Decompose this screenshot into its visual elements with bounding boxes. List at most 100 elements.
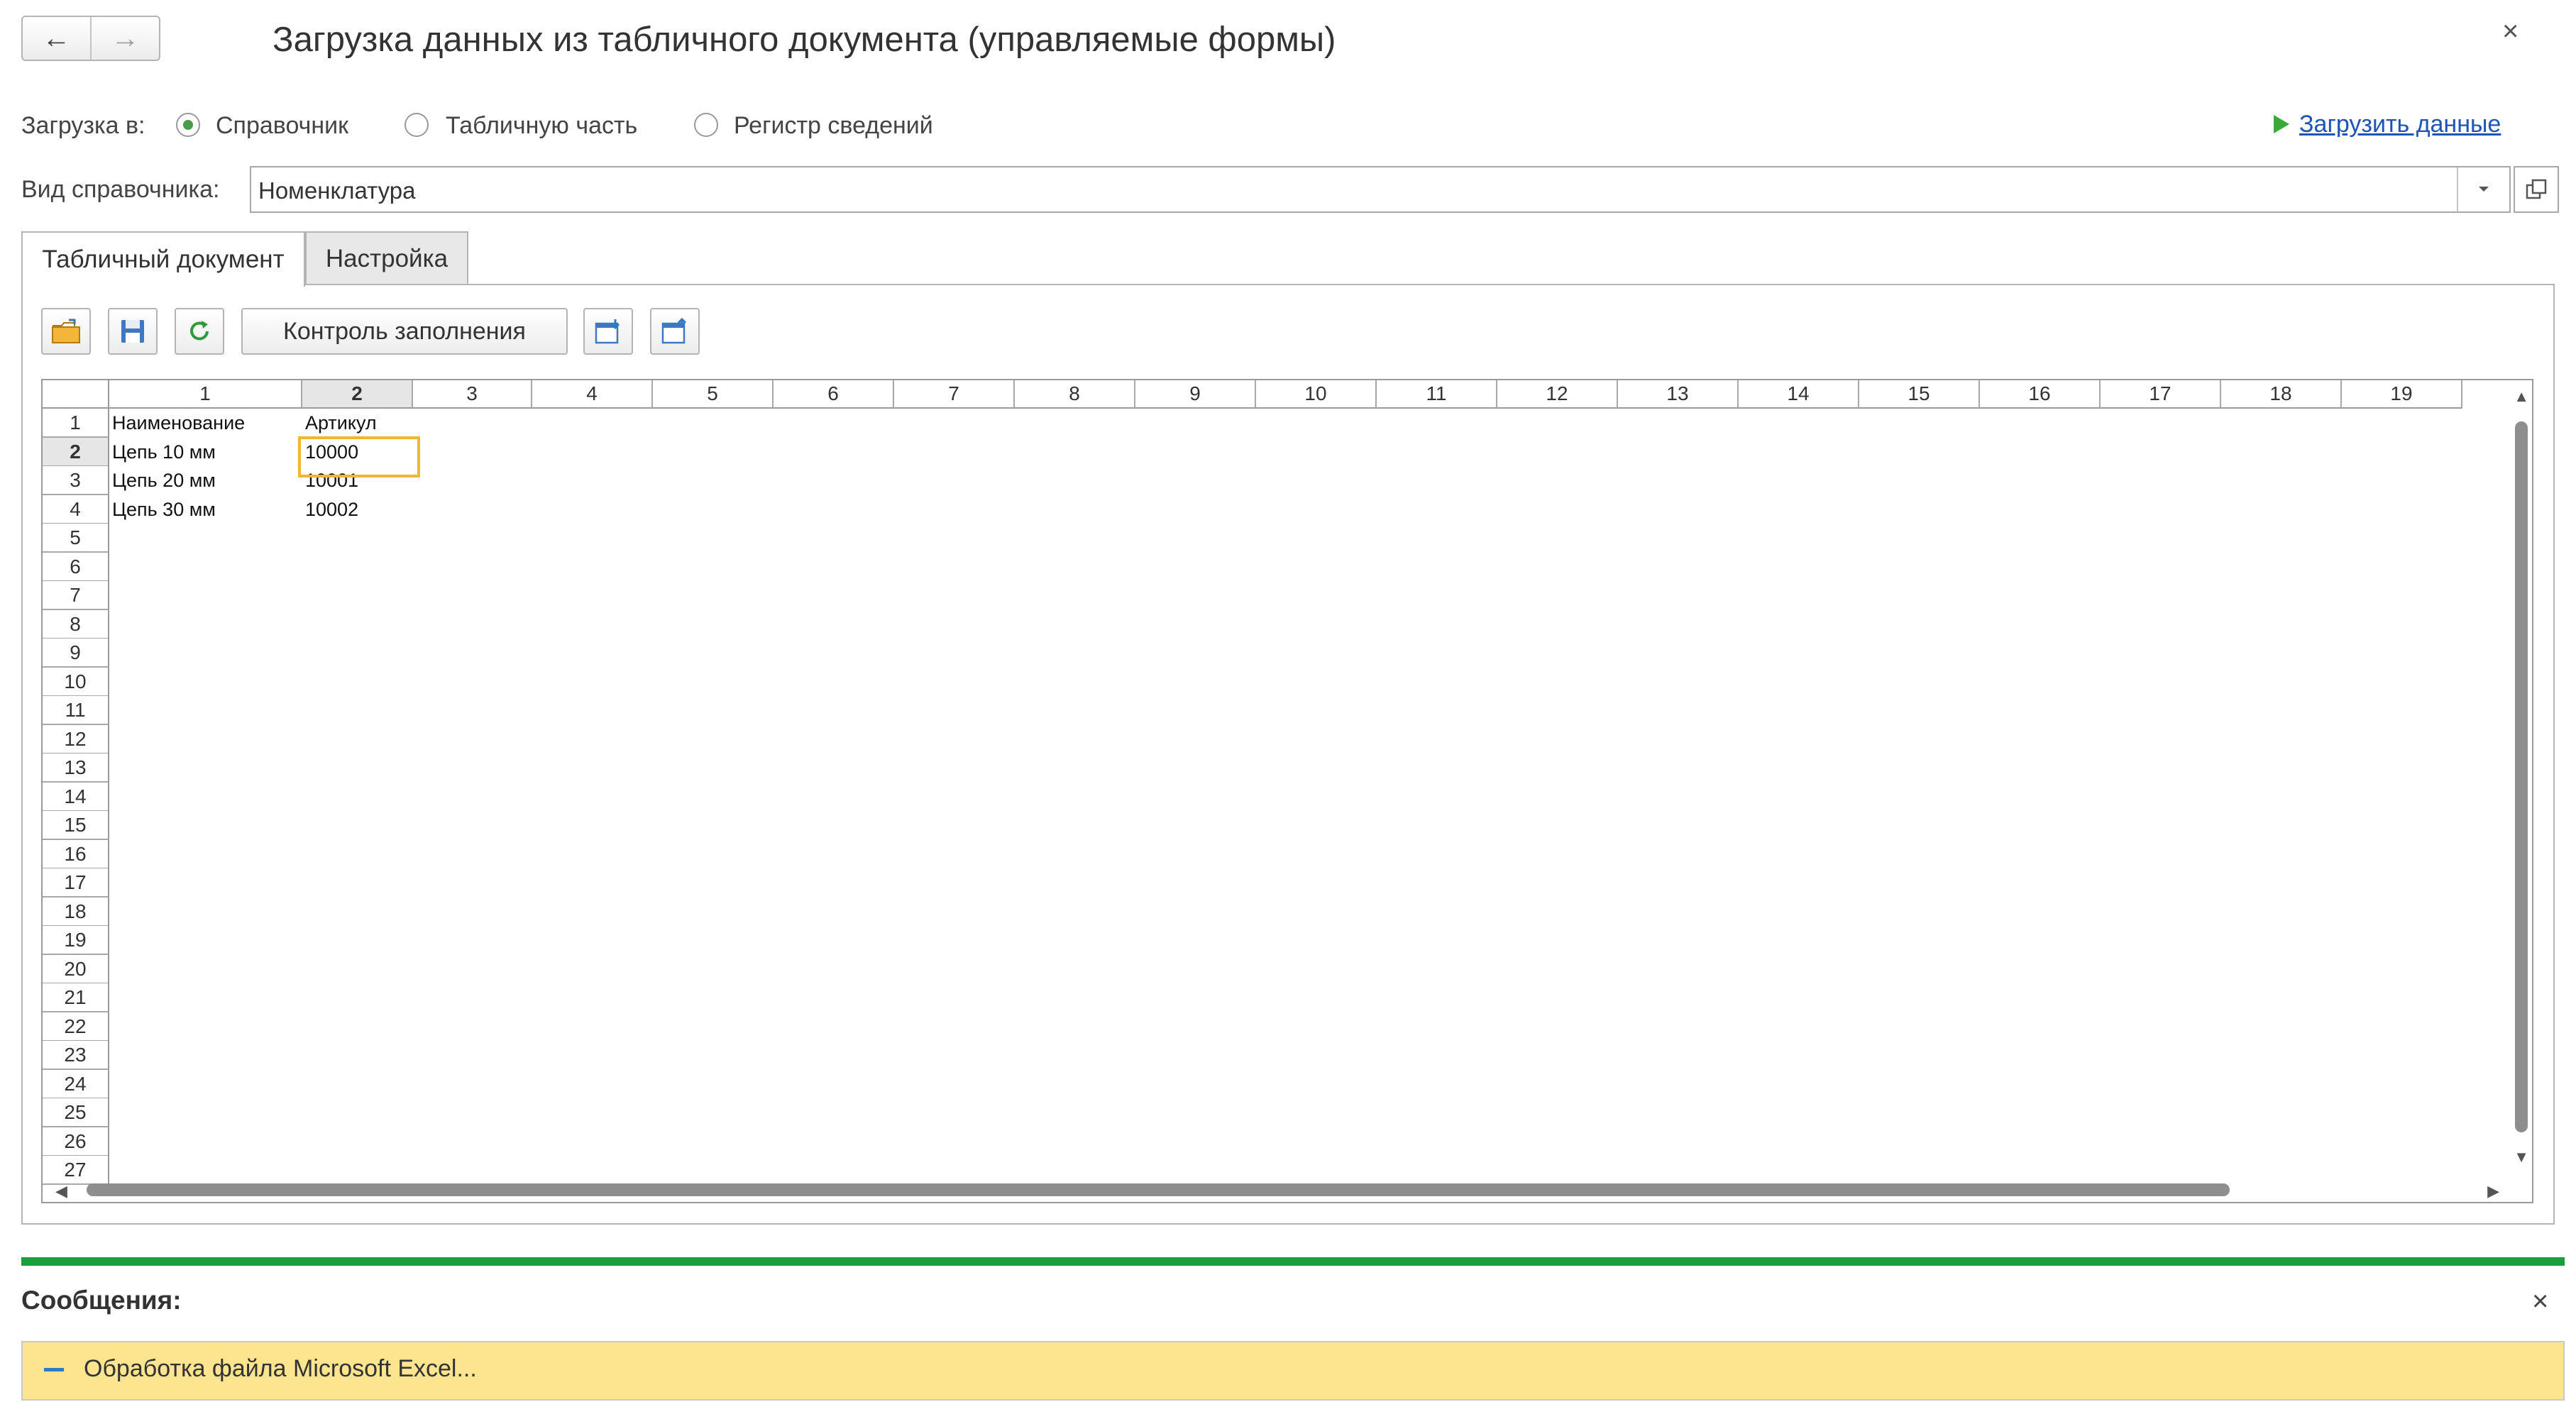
scroll-left-icon[interactable]: ◀ xyxy=(55,1182,67,1200)
radio-info-register[interactable] xyxy=(694,113,718,137)
row-header[interactable]: 16 xyxy=(43,839,109,869)
row-header[interactable]: 27 xyxy=(43,1156,109,1185)
row-header[interactable]: 15 xyxy=(43,811,109,840)
grid-cell[interactable]: Цепь 10 мм xyxy=(112,438,216,466)
row-header[interactable]: 6 xyxy=(43,552,109,582)
message-text: Обработка файла Microsoft Excel... xyxy=(84,1355,477,1382)
row-header[interactable]: 8 xyxy=(43,609,109,639)
row-header[interactable]: 4 xyxy=(43,495,109,524)
scroll-down-icon[interactable]: ▼ xyxy=(2514,1148,2529,1166)
column-header[interactable]: 17 xyxy=(2101,380,2221,409)
row-header[interactable]: 10 xyxy=(43,667,109,697)
radio-catalog[interactable] xyxy=(176,113,200,137)
row-header[interactable]: 22 xyxy=(43,1012,109,1042)
radio-tabular-section[interactable] xyxy=(404,113,429,137)
export-button[interactable] xyxy=(650,308,700,355)
open-catalog-button[interactable] xyxy=(2514,166,2559,213)
row-header[interactable]: 9 xyxy=(43,639,109,668)
row-header[interactable]: 13 xyxy=(43,753,109,783)
tab-settings[interactable]: Настройка xyxy=(305,231,468,285)
grid-corner xyxy=(43,380,109,409)
horizontal-scrollbar-thumb[interactable] xyxy=(87,1183,2230,1196)
row-header[interactable]: 18 xyxy=(43,897,109,927)
column-header[interactable]: 4 xyxy=(532,380,653,409)
spreadsheet-grid[interactable]: 1 2 3 4 5 6 7 8 9 10 11 12 13 14 15 16 17 18 19 1234567891… xyxy=(41,379,2533,1203)
selected-cell-frame xyxy=(298,436,420,477)
column-header[interactable]: 16 xyxy=(1980,380,2101,409)
row-header[interactable]: 1 xyxy=(43,409,109,438)
row-header[interactable]: 20 xyxy=(43,954,109,984)
grid-cell[interactable]: Цепь 20 мм xyxy=(112,466,216,495)
scroll-up-icon[interactable]: ▲ xyxy=(2514,387,2529,406)
import-icon xyxy=(595,319,620,344)
column-header[interactable]: 1 xyxy=(109,380,302,409)
column-header[interactable]: 2 xyxy=(302,380,413,409)
row-header[interactable]: 25 xyxy=(43,1098,109,1127)
grid-cell[interactable]: Цепь 30 мм xyxy=(112,495,216,524)
navigation-group: ← → xyxy=(21,16,160,61)
row-header[interactable]: 12 xyxy=(43,724,109,754)
close-window-button[interactable]: × xyxy=(2502,16,2519,48)
load-target-label: Загрузка в: xyxy=(21,112,145,139)
column-header[interactable]: 6 xyxy=(774,380,894,409)
vertical-scrollbar-thumb[interactable] xyxy=(2515,421,2528,1132)
scroll-right-icon[interactable]: ▶ xyxy=(2487,1182,2499,1200)
close-icon: × xyxy=(2502,16,2519,47)
messages-close-button[interactable]: × xyxy=(2532,1286,2548,1318)
refresh-icon xyxy=(190,321,209,341)
fill-check-button[interactable]: Контроль заполнения xyxy=(241,308,568,355)
grid-cell[interactable]: Наименование xyxy=(112,409,245,437)
export-icon xyxy=(661,318,687,344)
collapse-icon[interactable] xyxy=(44,1368,64,1371)
messages-title: Сообщения: xyxy=(21,1286,182,1315)
messages-divider xyxy=(21,1257,2565,1266)
column-header[interactable]: 8 xyxy=(1015,380,1135,409)
column-header[interactable]: 15 xyxy=(1859,380,1980,409)
row-header[interactable]: 24 xyxy=(43,1069,109,1099)
grid-cell[interactable]: 10002 xyxy=(305,495,358,524)
forward-button[interactable]: → xyxy=(90,17,159,60)
open-file-button[interactable] xyxy=(41,308,91,355)
row-header[interactable]: 21 xyxy=(43,983,109,1012)
arrow-right-icon: → xyxy=(111,22,140,54)
column-header[interactable]: 18 xyxy=(2221,380,2342,409)
column-header[interactable]: 3 xyxy=(413,380,532,409)
radio-catalog-label[interactable]: Справочник xyxy=(216,112,348,140)
row-header[interactable]: 17 xyxy=(43,868,109,898)
column-header[interactable]: 14 xyxy=(1739,380,1859,409)
grid-cell[interactable]: Артикул xyxy=(305,409,377,437)
chevron-down-icon xyxy=(2479,187,2489,192)
column-header[interactable]: 11 xyxy=(1377,380,1497,409)
row-header[interactable]: 19 xyxy=(43,926,109,955)
catalog-type-value: Номенклатура xyxy=(258,177,416,204)
dropdown-button[interactable] xyxy=(2457,167,2509,211)
row-header[interactable]: 14 xyxy=(43,782,109,812)
import-button[interactable] xyxy=(583,308,633,355)
tab-spreadsheet[interactable]: Табличный документ xyxy=(21,231,305,287)
radio-tabular-section-label[interactable]: Табличную часть xyxy=(446,112,637,140)
row-header[interactable]: 11 xyxy=(43,696,109,725)
play-icon xyxy=(2274,115,2289,133)
save-icon xyxy=(121,320,144,343)
row-header[interactable]: 3 xyxy=(43,466,109,495)
refresh-button[interactable] xyxy=(175,308,224,355)
row-header[interactable]: 5 xyxy=(43,524,109,553)
column-header[interactable]: 10 xyxy=(1256,380,1377,409)
column-header[interactable]: 13 xyxy=(1618,380,1739,409)
column-header[interactable]: 7 xyxy=(894,380,1015,409)
save-button[interactable] xyxy=(108,308,158,355)
column-header[interactable]: 5 xyxy=(653,380,774,409)
catalog-type-field[interactable]: Номенклатура xyxy=(250,166,2511,213)
load-data-link[interactable]: Загрузить данные xyxy=(2299,111,2501,138)
arrow-left-icon: ← xyxy=(42,22,71,54)
window-title: Загрузка данных из табличного документа … xyxy=(273,21,1336,59)
column-header[interactable]: 19 xyxy=(2342,380,2462,409)
column-header[interactable]: 9 xyxy=(1135,380,1256,409)
row-header[interactable]: 7 xyxy=(43,581,109,610)
row-header[interactable]: 2 xyxy=(43,437,109,467)
column-header[interactable]: 12 xyxy=(1497,380,1618,409)
radio-info-register-label[interactable]: Регистр сведений xyxy=(734,112,933,140)
row-header[interactable]: 23 xyxy=(43,1041,109,1070)
row-header[interactable]: 26 xyxy=(43,1127,109,1156)
back-button[interactable]: ← xyxy=(23,17,90,60)
